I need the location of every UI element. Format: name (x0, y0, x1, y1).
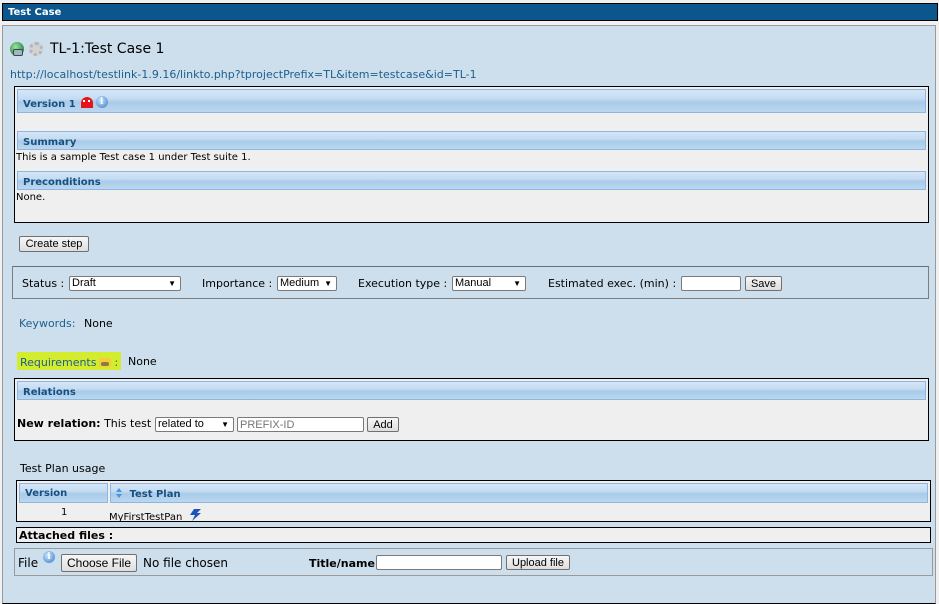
column-header-test-plan[interactable]: Test Plan (110, 483, 928, 503)
chevron-down-icon: ▼ (324, 279, 332, 288)
test-case-panel: TL-1:Test Case 1 http://localhost/testli… (2, 25, 936, 604)
requirements-value: None (128, 355, 157, 368)
relation-type-select[interactable]: related to ▼ (155, 417, 234, 432)
test-case-permalink[interactable]: http://localhost/testlink-1.9.16/linkto.… (10, 68, 477, 81)
version-box: Version 1 i Summary This is a sample Tes… (14, 86, 929, 223)
add-relation-button[interactable]: Add (367, 417, 399, 432)
estimated-exec-label: Estimated exec. (min) : (548, 277, 677, 290)
requirements-colon: : (114, 355, 119, 369)
save-button[interactable]: Save (745, 276, 782, 291)
keywords-label: Keywords: (19, 317, 76, 330)
requirements-folder-icon[interactable] (99, 357, 112, 367)
execution-type-value: Manual (455, 277, 492, 289)
chevron-down-icon: ▼ (513, 279, 521, 288)
version-header: Version 1 i (17, 89, 926, 113)
column-label: Version (25, 488, 68, 499)
test-case-title: TL-1:Test Case 1 (50, 41, 165, 57)
importance-value: Medium (280, 277, 320, 289)
status-select[interactable]: Draft ▼ (69, 276, 181, 291)
status-value: Draft (72, 277, 96, 289)
preconditions-label: Preconditions (23, 176, 101, 188)
relations-box: Relations New relation: This test case r… (14, 378, 929, 441)
summary-text: This is a sample Test case 1 under Test … (16, 152, 251, 163)
title-name-input[interactable] (376, 555, 502, 570)
preconditions-header: Preconditions (17, 171, 926, 190)
gear-icon[interactable] (29, 42, 43, 56)
importance-select[interactable]: Medium ▼ (277, 276, 337, 291)
status-label: Status : (22, 277, 65, 290)
estimated-exec-input[interactable] (681, 276, 741, 291)
importance-label: Importance : (202, 277, 273, 290)
chevron-down-icon: ▼ (221, 420, 229, 429)
sort-icon[interactable] (116, 488, 123, 498)
version-label: Version 1 (23, 99, 76, 110)
upload-bar: File i Choose File No file chosen Title/… (14, 548, 933, 576)
create-step-button[interactable]: Create step (19, 236, 89, 252)
relations-header: Relations (17, 381, 926, 400)
summary-label: Summary (23, 136, 77, 148)
window-title-bar: Test Case (2, 3, 938, 21)
info-icon[interactable]: i (95, 96, 108, 108)
window-title: Test Case (8, 7, 62, 18)
column-label: Test Plan (129, 489, 181, 500)
lightning-bolt-icon[interactable] (188, 509, 202, 521)
title-name-label: Title/name: (309, 557, 380, 570)
chevron-down-icon: ▼ (168, 279, 176, 288)
test-case-header: TL-1:Test Case 1 (10, 39, 164, 59)
test-plan-usage-title: Test Plan usage (20, 462, 106, 475)
test-plan-name: MyFirstTestPan (109, 512, 183, 523)
requirements-text: Requirements (20, 355, 97, 369)
preconditions-text: None. (16, 192, 46, 203)
relation-type-value: related to (158, 418, 204, 430)
row-version: 1 (61, 507, 68, 518)
test-plan-usage-table: Version Test Plan 1 MyFirstTestPan (16, 480, 931, 523)
row-test-plan: MyFirstTestPan (109, 509, 202, 523)
relation-target-input[interactable] (237, 417, 364, 432)
upload-file-button[interactable]: Upload file (506, 555, 570, 570)
execution-type-label: Execution type : (358, 277, 448, 290)
column-header-version[interactable]: Version (19, 483, 108, 503)
relations-label: Relations (23, 386, 76, 398)
no-file-chosen: No file chosen (143, 556, 229, 570)
new-relation-label: New relation: (17, 417, 101, 430)
ghost-icon[interactable] (80, 96, 93, 108)
file-label: File (18, 556, 39, 570)
choose-file-button[interactable]: Choose File (61, 554, 137, 572)
attached-files-bar: Attached files : (16, 527, 931, 543)
execution-type-select[interactable]: Manual ▼ (452, 276, 526, 291)
globe-link-icon[interactable] (10, 42, 24, 56)
info-icon[interactable]: i (43, 551, 55, 563)
attached-files-label: Attached files : (19, 529, 114, 542)
summary-header: Summary (17, 131, 926, 150)
keywords-value: None (84, 317, 113, 330)
requirements-label[interactable]: Requirements : (17, 352, 122, 370)
attributes-bar: Status : Draft ▼ Importance : Medium ▼ E… (12, 266, 929, 299)
